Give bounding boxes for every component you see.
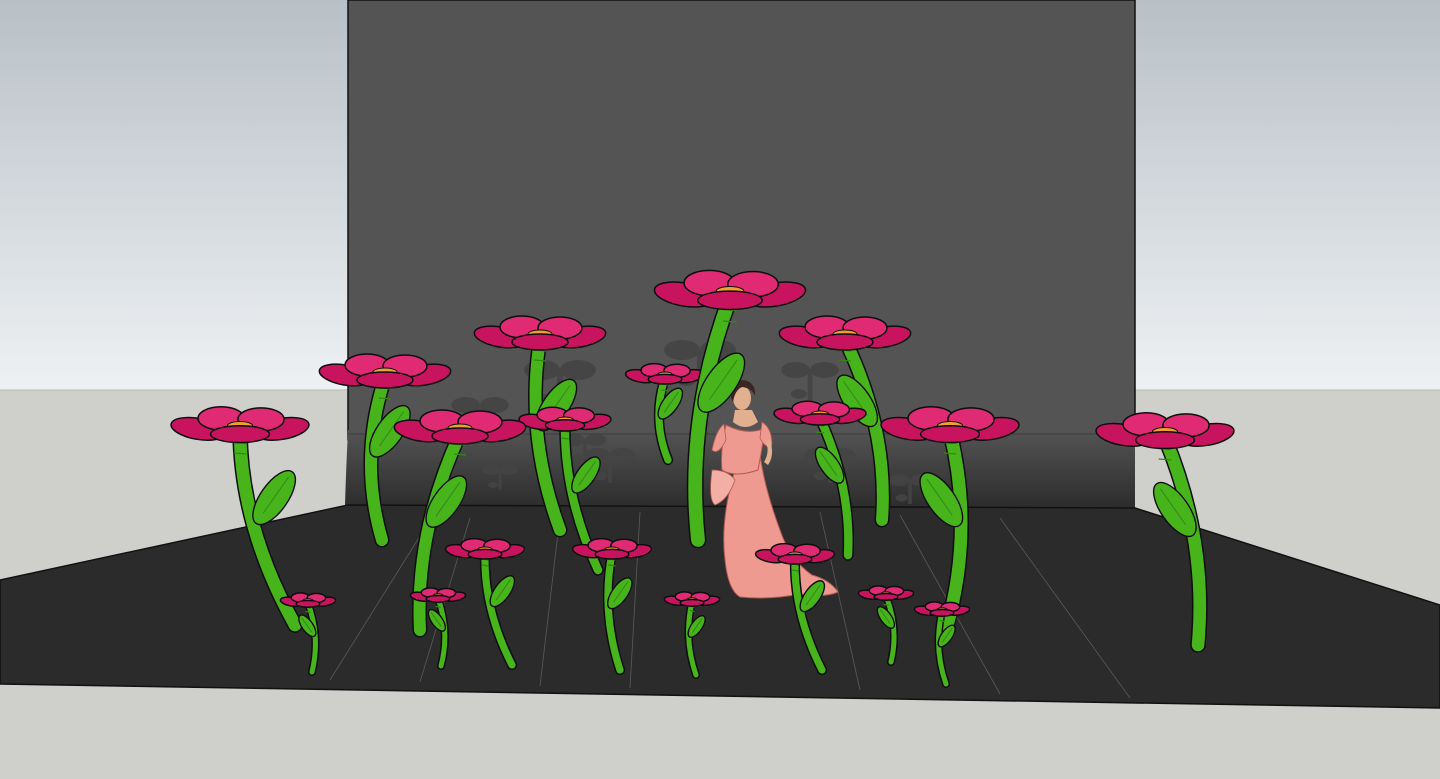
dress-bodice — [721, 424, 766, 475]
petal — [209, 424, 271, 444]
petal — [511, 333, 569, 351]
petal — [467, 548, 503, 560]
petal — [873, 592, 899, 601]
petal — [679, 598, 705, 607]
petal — [356, 371, 414, 389]
petal — [816, 333, 874, 351]
petal — [799, 413, 841, 426]
petal — [697, 290, 763, 311]
petal — [425, 594, 451, 603]
petal — [929, 608, 955, 617]
petal — [647, 373, 683, 385]
petal — [919, 424, 981, 444]
petal — [431, 427, 489, 445]
petal — [594, 548, 630, 560]
petal — [777, 553, 813, 565]
sketch-scene — [0, 0, 1440, 779]
petal — [1134, 430, 1196, 450]
petal — [544, 419, 586, 432]
petal — [295, 599, 321, 608]
